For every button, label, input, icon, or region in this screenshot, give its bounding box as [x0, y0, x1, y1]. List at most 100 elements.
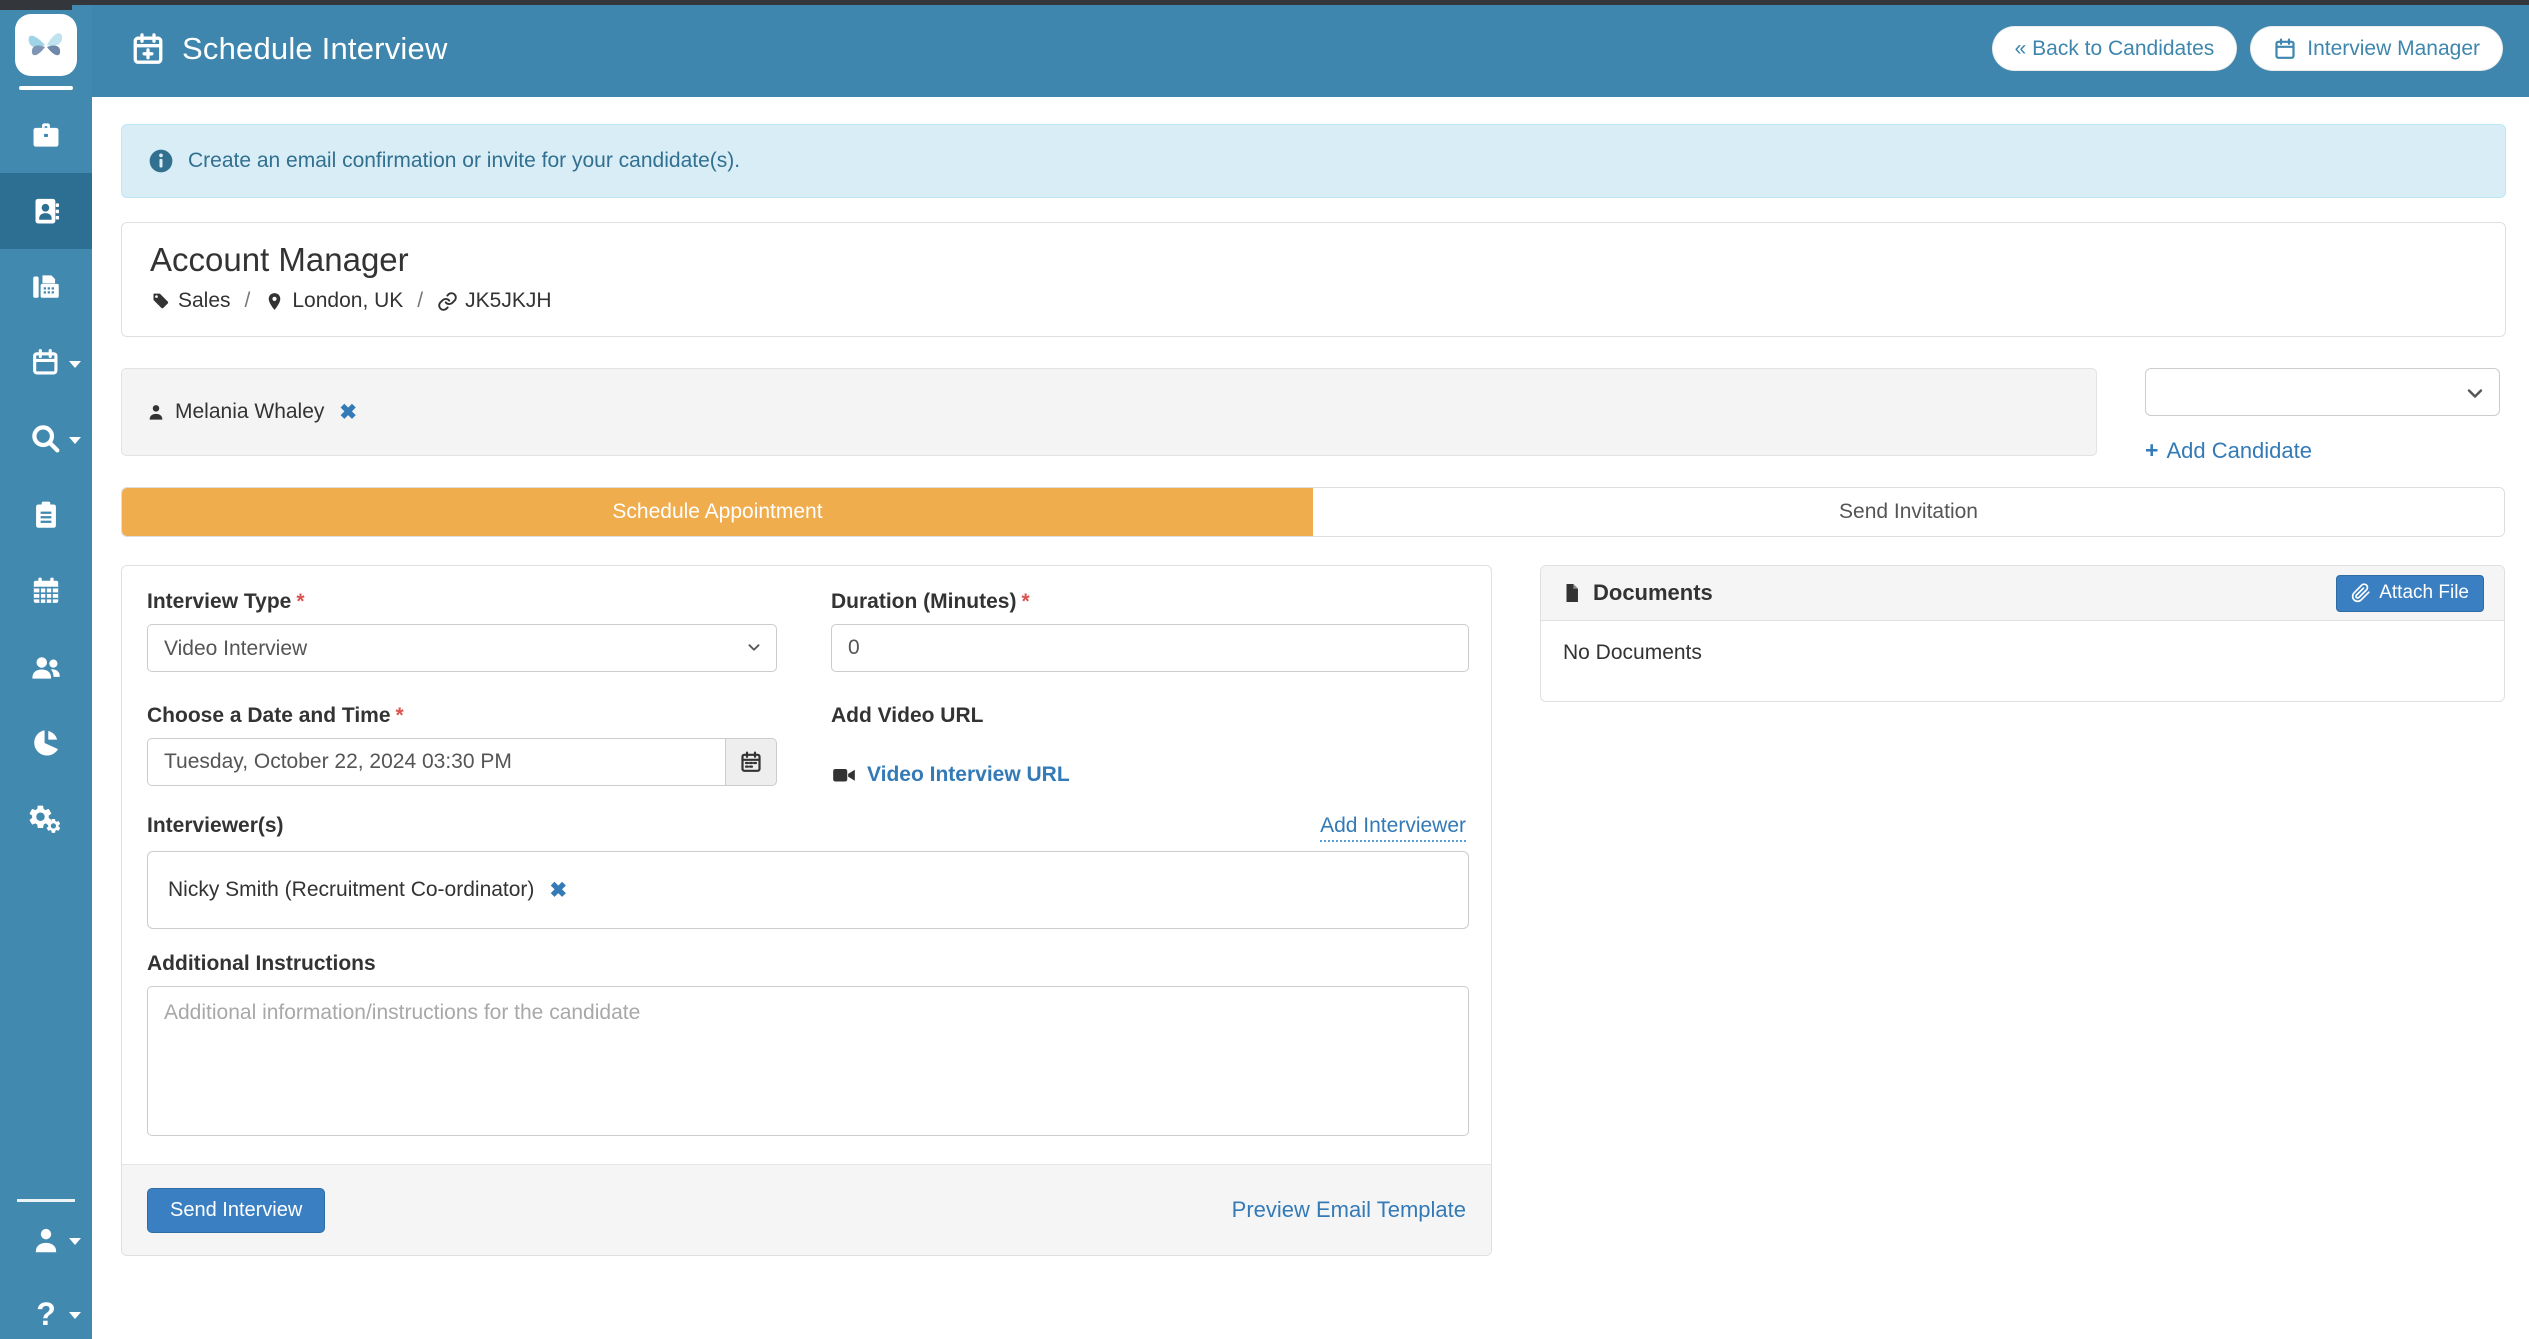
logo-underline	[19, 86, 73, 90]
job-meta: Sales / London, UK / JK5JKJH	[150, 289, 2477, 313]
user-icon	[30, 1224, 62, 1256]
back-to-candidates-button[interactable]: « Back to Candidates	[1992, 26, 2238, 71]
attach-file-button[interactable]: Attach File	[2336, 575, 2484, 612]
schedule-form-card: Interview Type* Video Interview Duration…	[121, 565, 1492, 1256]
instructions-textarea[interactable]	[147, 986, 1469, 1136]
page-title: Schedule Interview	[182, 31, 448, 67]
interviewer-name: Nicky Smith (Recruitment Co-ordinator)	[168, 878, 534, 902]
datetime-calendar-button[interactable]	[725, 738, 777, 786]
duration-input[interactable]	[831, 624, 1469, 672]
paperclip-icon	[2351, 583, 2371, 603]
job-location: London, UK	[264, 289, 403, 313]
documents-empty-text: No Documents	[1541, 621, 2504, 685]
tab-send-invitation[interactable]: Send Invitation	[1313, 488, 2504, 536]
butterfly-logo-icon	[15, 14, 77, 76]
page-header: Schedule Interview « Back to Candidates …	[92, 0, 2529, 97]
file-icon	[1561, 582, 1583, 604]
info-circle-icon	[148, 148, 174, 174]
sidebar-user-menu[interactable]	[0, 1212, 92, 1268]
chevron-down-icon	[69, 1312, 81, 1319]
interviewer-chip: Nicky Smith (Recruitment Co-ordinator) ✖	[168, 878, 567, 903]
documents-card: Documents Attach File No Documents	[1540, 565, 2505, 702]
job-card: Account Manager Sales / London, UK /	[121, 222, 2506, 337]
info-alert: Create an email confirmation or invite f…	[121, 124, 2506, 198]
sidebar-item-calendar[interactable]	[0, 553, 92, 629]
calendar-menu-icon	[29, 346, 63, 380]
sidebar-item-reports[interactable]	[0, 705, 92, 781]
top-strip-corner	[0, 0, 72, 10]
meta-separator: /	[413, 289, 427, 313]
search-menu-icon	[29, 422, 63, 456]
chevron-down-icon	[69, 437, 81, 444]
video-interview-url-link[interactable]: Video Interview URL	[831, 762, 1070, 788]
sidebar-item-candidates[interactable]	[0, 173, 92, 249]
sidebar-item-contacts[interactable]	[0, 629, 92, 705]
calendar-icon	[2273, 37, 2297, 61]
tab-schedule-appointment[interactable]: Schedule Appointment	[122, 488, 1313, 536]
header-buttons: « Back to Candidates Interview Manager	[1992, 26, 2503, 71]
chevron-down-icon	[69, 361, 81, 368]
contact-card-icon	[29, 194, 63, 228]
sidebar-item-calendar-menu[interactable]	[0, 325, 92, 401]
required-asterisk: *	[396, 704, 404, 727]
sidebar: ?	[0, 0, 92, 1339]
plus-icon: +	[2145, 437, 2158, 464]
required-asterisk: *	[1021, 590, 1029, 613]
add-interviewer-link[interactable]: Add Interviewer	[1320, 814, 1466, 842]
sidebar-item-fax[interactable]	[0, 249, 92, 325]
app-logo[interactable]	[0, 0, 92, 97]
link-icon	[437, 291, 458, 312]
chevron-down-icon	[69, 1238, 81, 1245]
remove-interviewer-icon[interactable]: ✖	[549, 878, 567, 903]
sidebar-item-tasks[interactable]	[0, 477, 92, 553]
header-title-group: Schedule Interview	[130, 31, 448, 67]
interview-type-select[interactable]: Video Interview	[147, 624, 777, 672]
interview-type-label: Interview Type*	[147, 590, 305, 614]
schedule-interview-page: ? Schedule Interview « Back to Candidate…	[0, 0, 2529, 1339]
instructions-label: Additional Instructions	[147, 952, 376, 976]
remove-candidate-icon[interactable]: ✖	[339, 400, 357, 425]
add-candidate-link[interactable]: + Add Candidate	[2145, 437, 2312, 464]
form-footer: Send Interview Preview Email Template	[122, 1164, 1491, 1255]
datetime-label: Choose a Date and Time*	[147, 704, 404, 728]
calendar-icon	[739, 750, 763, 774]
required-asterisk: *	[296, 590, 304, 613]
users-icon	[29, 650, 63, 684]
help-icon: ?	[36, 1296, 56, 1333]
sidebar-divider	[17, 1199, 75, 1202]
documents-title-group: Documents	[1561, 580, 1713, 606]
job-reference: JK5JKJH	[437, 289, 551, 313]
briefcase-icon	[29, 118, 63, 152]
candidate-name: Melania Whaley	[175, 400, 324, 424]
top-strip	[0, 0, 2529, 5]
cogs-icon	[29, 802, 63, 836]
interviewer-box[interactable]: Nicky Smith (Recruitment Co-ordinator) ✖	[147, 851, 1469, 929]
interviewers-label: Interviewer(s)	[147, 814, 284, 838]
video-camera-icon	[831, 762, 857, 788]
interview-type-select-wrap: Video Interview	[147, 624, 777, 672]
interview-manager-button[interactable]: Interview Manager	[2250, 26, 2503, 71]
sidebar-item-search-menu[interactable]	[0, 401, 92, 477]
selected-candidates-panel: Melania Whaley ✖	[121, 368, 2097, 456]
datetime-input-group	[147, 738, 777, 786]
candidate-picker-select[interactable]	[2145, 368, 2500, 416]
user-icon	[146, 402, 166, 422]
clipboard-icon	[29, 498, 63, 532]
map-marker-icon	[264, 291, 285, 312]
job-title: Account Manager	[150, 241, 2477, 279]
preview-email-template-link[interactable]: Preview Email Template	[1232, 1197, 1466, 1223]
video-url-label: Add Video URL	[831, 704, 983, 728]
sidebar-item-jobs[interactable]	[0, 97, 92, 173]
job-department: Sales	[150, 289, 231, 313]
tab-bar: Schedule Appointment Send Invitation	[121, 487, 2505, 537]
candidate-chip: Melania Whaley ✖	[146, 400, 357, 425]
chevron-down-icon	[2463, 381, 2487, 405]
calendar-grid-icon	[29, 574, 63, 608]
sidebar-item-settings[interactable]	[0, 781, 92, 857]
datetime-input[interactable]	[147, 738, 725, 786]
sidebar-help-menu[interactable]: ?	[0, 1286, 92, 1339]
send-interview-button[interactable]: Send Interview	[147, 1188, 325, 1233]
calendar-plus-icon	[130, 31, 166, 67]
duration-label: Duration (Minutes)*	[831, 590, 1030, 614]
documents-header: Documents Attach File	[1541, 566, 2504, 621]
